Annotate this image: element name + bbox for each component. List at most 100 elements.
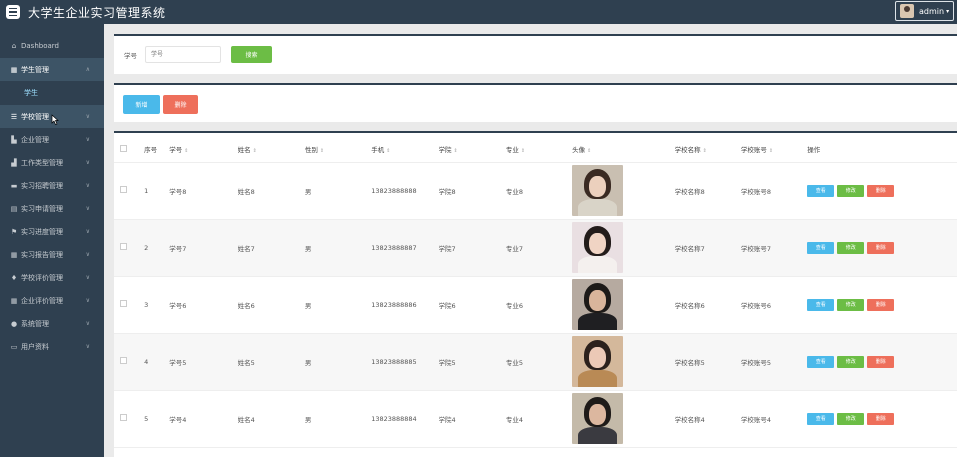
view-button[interactable]: 查看 xyxy=(807,298,835,311)
column-header[interactable]: 学校名称 ⇕ xyxy=(674,137,741,163)
edit-button[interactable]: 修改 xyxy=(837,355,865,368)
student-table: 序号 学号 ⇕ 姓名 ⇕ 性别 ⇕ 手机 ⇕ 学院 ⇕ 专业 ⇕ 头像 ⇕ 学校名称 ⇕ 学校账… xyxy=(114,137,957,448)
column-header[interactable]: 性别 ⇕ xyxy=(304,137,372,163)
flag-icon: ⚑ xyxy=(10,227,18,236)
search-button[interactable]: 搜索 xyxy=(231,46,272,63)
hamburger-menu-icon[interactable] xyxy=(6,5,20,19)
delete-button[interactable]: 删除 xyxy=(867,412,895,425)
sort-icon[interactable]: ⇕ xyxy=(253,148,257,154)
sidebar-item-label: 实习招聘管理 xyxy=(21,181,63,190)
view-button[interactable]: 查看 xyxy=(807,241,835,254)
table-row: 3 学号6 姓名6 男 13823888886 学院6 专业6 学校名称6 学校账号6 查看 修改删… xyxy=(114,276,957,334)
sidebar-item-system-management[interactable]: ● 系统管理 ∨ xyxy=(0,312,104,335)
sort-icon[interactable]: ⇕ xyxy=(386,148,390,154)
sort-icon[interactable]: ⇕ xyxy=(454,148,458,154)
view-button[interactable]: 查看 xyxy=(807,412,835,425)
view-button[interactable]: 查看 xyxy=(807,355,835,368)
cell-school-account: 学校账号7 xyxy=(740,219,808,277)
sidebar-item-dashboard[interactable]: ⌂ Dashboard xyxy=(0,36,104,56)
thumbs-up-icon: ♦ xyxy=(10,273,18,282)
cell-major: 专业7 xyxy=(505,219,573,277)
cell-gender: 男 xyxy=(304,219,372,277)
add-button[interactable]: 新增 xyxy=(123,95,160,114)
column-header: 序号 xyxy=(144,137,170,163)
cell-name: 姓名4 xyxy=(237,390,305,448)
chevron-down-icon: ∨ xyxy=(85,136,90,143)
sidebar-item-user-profile[interactable]: ▭ 用户资料 ∨ xyxy=(0,335,104,358)
cell-name: 姓名7 xyxy=(237,219,305,277)
id-card-icon: ▭ xyxy=(10,342,18,351)
cell-avatar xyxy=(572,276,675,334)
sidebar-item-enterprise-evaluation[interactable]: ▦ 企业评价管理 ∨ xyxy=(0,289,104,312)
sidebar-item-school-evaluation[interactable]: ♦ 学校评价管理 ∨ xyxy=(0,266,104,289)
column-header[interactable]: 头像 ⇕ xyxy=(572,137,675,163)
student-id-input[interactable] xyxy=(145,46,221,63)
delete-button[interactable]: 删除 xyxy=(867,241,895,254)
user-menu[interactable]: admin ▾ xyxy=(895,1,954,21)
avatar xyxy=(572,279,624,330)
delete-button[interactable]: 删除 xyxy=(867,298,895,311)
sidebar-item-student-management[interactable]: ▦ 学生管理 ∧ xyxy=(0,58,104,81)
top-bar: 大学生企业实习管理系统 admin ▾ xyxy=(0,0,957,24)
cell-phone: 13823888888 xyxy=(371,162,439,220)
batch-delete-button[interactable]: 删除 xyxy=(163,95,198,114)
cell-index: 4 xyxy=(144,333,170,391)
sidebar-item-label: 实习报告管理 xyxy=(21,250,63,259)
edit-button[interactable]: 修改 xyxy=(837,298,865,311)
row-checkbox[interactable] xyxy=(120,414,127,421)
delete-button[interactable]: 删除 xyxy=(867,355,895,368)
column-header[interactable]: 学号 ⇕ xyxy=(169,137,238,163)
delete-button[interactable]: 删除 xyxy=(867,184,895,197)
edit-button[interactable]: 修改 xyxy=(837,241,865,254)
row-checkbox[interactable] xyxy=(120,243,127,250)
sidebar-item-recruitment-management[interactable]: ▬ 实习招聘管理 ∨ xyxy=(0,174,104,197)
sort-icon[interactable]: ⇕ xyxy=(184,148,188,154)
column-header[interactable]: 专业 ⇕ xyxy=(505,137,573,163)
mouse-cursor-icon xyxy=(51,114,59,125)
chevron-down-icon: ∨ xyxy=(85,343,90,350)
sidebar-subitem-student[interactable]: 学生 xyxy=(0,81,104,105)
row-checkbox[interactable] xyxy=(120,357,127,364)
avatar xyxy=(572,393,624,444)
column-header[interactable]: 手机 ⇕ xyxy=(371,137,439,163)
sort-icon[interactable]: ⇕ xyxy=(769,148,773,154)
cell-phone: 13823888884 xyxy=(371,390,439,448)
cell-school-name: 学校名称5 xyxy=(674,333,741,391)
grid-icon: ▦ xyxy=(10,296,18,305)
cell-school-name: 学校名称7 xyxy=(674,219,741,277)
grid-icon: ▦ xyxy=(10,65,18,74)
sort-icon[interactable]: ⇕ xyxy=(703,148,707,154)
cell-student-id: 学号4 xyxy=(169,390,238,448)
cell-school-name: 学校名称6 xyxy=(674,276,741,334)
row-checkbox[interactable] xyxy=(120,300,127,307)
cell-school-name: 学校名称4 xyxy=(674,390,741,448)
sort-icon[interactable]: ⇕ xyxy=(587,148,591,154)
chevron-down-icon: ∨ xyxy=(85,113,90,120)
cell-name: 姓名5 xyxy=(237,333,305,391)
chevron-down-icon: ∨ xyxy=(85,297,90,304)
sidebar-item-application-management[interactable]: ▤ 实习申请管理 ∨ xyxy=(0,197,104,220)
column-header[interactable]: 姓名 ⇕ xyxy=(237,137,305,163)
edit-button[interactable]: 修改 xyxy=(837,184,865,197)
sidebar-item-job-type-management[interactable]: ▟ 工作类型管理 ∨ xyxy=(0,151,104,174)
table-row: 5 学号4 姓名4 男 13823888884 学院4 专业4 学校名称4 学校账号4 查看 修改删… xyxy=(114,390,957,448)
sort-icon[interactable]: ⇕ xyxy=(521,148,525,154)
view-button[interactable]: 查看 xyxy=(807,184,835,197)
sort-icon[interactable]: ⇕ xyxy=(320,148,324,154)
sidebar-item-progress-management[interactable]: ⚑ 实习进度管理 ∨ xyxy=(0,220,104,243)
column-header[interactable]: 学校账号 ⇕ xyxy=(740,137,808,163)
sidebar-item-enterprise-management[interactable]: ▙ 企业管理 ∨ xyxy=(0,128,104,151)
cell-avatar xyxy=(572,162,675,220)
list-icon: ☰ xyxy=(10,112,18,121)
search-panel: 学号 搜索 xyxy=(114,34,957,74)
select-all-checkbox[interactable] xyxy=(120,144,127,152)
avatar xyxy=(900,4,914,18)
cell-avatar xyxy=(572,390,675,448)
row-checkbox[interactable] xyxy=(120,186,127,193)
edit-button[interactable]: 修改 xyxy=(837,412,865,425)
sidebar-item-report-management[interactable]: ▦ 实习报告管理 ∨ xyxy=(0,243,104,266)
sidebar-item-label: 学校管理 xyxy=(21,112,49,121)
column-header[interactable]: 学院 ⇕ xyxy=(438,137,506,163)
building-icon: ▙ xyxy=(11,135,17,144)
student-id-label: 学号 xyxy=(124,51,137,60)
